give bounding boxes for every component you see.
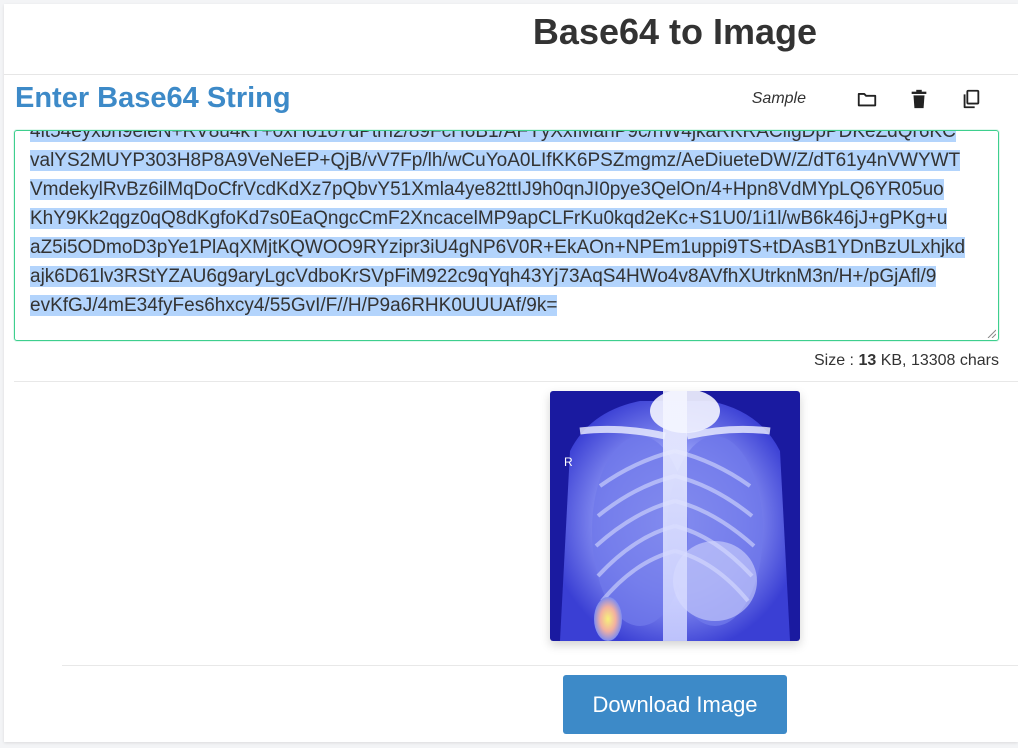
selected-text: valYS2MUYP303H8P8A9VeNeEP+QjB/vV7Fp/lh/w… — [30, 150, 961, 171]
size-info: Size : 13 KB, 13308 chars — [814, 352, 999, 370]
size-value: 13 — [858, 352, 877, 369]
trash-icon[interactable] — [908, 88, 930, 110]
size-unit: KB, — [876, 352, 911, 369]
selected-text: evKfGJ/4mE34fyFes6hxcy4/55GvI/F//H/P9a6R… — [30, 295, 558, 316]
base64-line: VmdekylRvBz6ilMqDoCfrVcdKdXz7pQbvY51Xmla… — [30, 175, 990, 204]
selected-text: KhY9Kk2qgz0qQ8dKgfoKd7s0EaQngcCmF2Xncace… — [30, 208, 948, 229]
section-title: Enter Base64 String — [15, 82, 291, 114]
base64-line: ajk6D61lv3RStYZAU6g9aryLgcVdboKrSVpFiM92… — [30, 262, 990, 291]
selected-text: 4lt54eyxbh9eleN+RV8u4kT+0xHo1o7dPtm2/89F… — [30, 131, 956, 142]
size-prefix: Size : — [813, 352, 859, 369]
converter-card: Base64 to Image Enter Base64 String Samp… — [4, 4, 1018, 742]
base64-input-text[interactable]: 4lt54eyxbh9eleN+RV8u4kT+0xHo1o7dPtm2/89F… — [30, 131, 990, 320]
page-title: Base64 to Image — [532, 11, 818, 52]
selected-text: ajk6D61lv3RStYZAU6g9aryLgcVdboKrSVpFiM92… — [30, 266, 937, 287]
base64-line: valYS2MUYP303H8P8A9VeNeEP+QjB/vV7Fp/lh/w… — [30, 146, 990, 175]
copy-icon[interactable] — [960, 88, 982, 110]
size-chars: 13308 chars — [910, 352, 999, 369]
divider — [62, 665, 1018, 666]
base64-line: 4lt54eyxbh9eleN+RV8u4kT+0xHo1o7dPtm2/89F… — [30, 131, 990, 146]
xray-marker-label: R — [564, 455, 573, 469]
folder-icon[interactable] — [856, 88, 878, 110]
base64-line: aZ5i5ODmoD3pYe1PlAqXMjtKQWOO9RYzipr3iU4g… — [30, 233, 990, 262]
resize-handle-icon[interactable] — [986, 328, 996, 338]
base64-input[interactable]: 4lt54eyxbh9eleN+RV8u4kT+0xHo1o7dPtm2/89F… — [14, 130, 999, 341]
download-image-button[interactable]: Download Image — [563, 675, 787, 734]
page-header: Base64 to Image — [4, 4, 1018, 75]
image-preview: R — [550, 391, 800, 641]
base64-line: evKfGJ/4mE34fyFes6hxcy4/55GvI/F//H/P9a6R… — [30, 291, 990, 320]
selected-text: aZ5i5ODmoD3pYe1PlAqXMjtKQWOO9RYzipr3iU4g… — [30, 237, 966, 258]
divider — [14, 381, 1018, 382]
input-toolbar: Sample — [752, 86, 982, 112]
base64-line: KhY9Kk2qgz0qQ8dKgfoKd7s0EaQngcCmF2Xncace… — [30, 204, 990, 233]
sample-link[interactable]: Sample — [752, 90, 806, 108]
selected-text: VmdekylRvBz6ilMqDoCfrVcdKdXz7pQbvY51Xmla… — [30, 179, 944, 200]
